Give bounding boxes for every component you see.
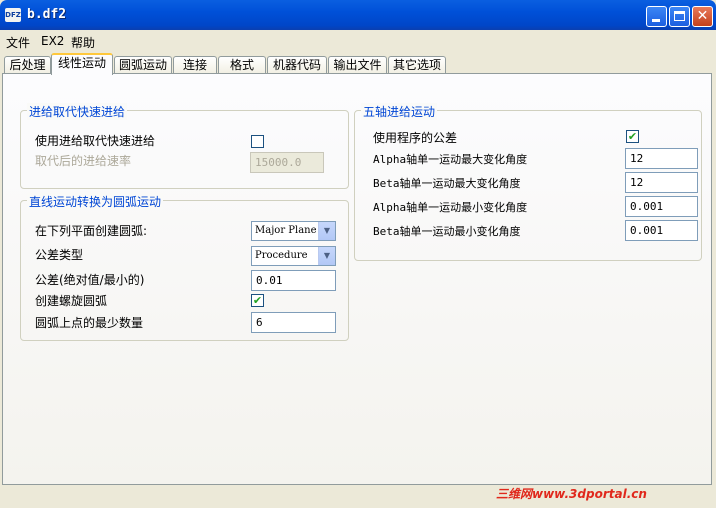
plane-select[interactable]: Major Plane ▼ xyxy=(251,221,336,241)
tolerance-field[interactable]: 0.01 xyxy=(251,270,336,291)
tab-linear-motion[interactable]: 线性运动 xyxy=(51,53,113,75)
arc-group: 直线运动转换为圆弧运动 在下列平面创建圆弧: Major Plane ▼ 公差类… xyxy=(20,193,349,341)
alpha-min-label: Alpha轴单一运动最小变化角度 xyxy=(373,201,528,214)
alpha-max-field[interactable]: 12 xyxy=(625,148,698,169)
tolerance-type-value: Procedure xyxy=(255,250,308,261)
use-feed-label: 使用进给取代快速进给 xyxy=(35,134,156,148)
minimize-button[interactable] xyxy=(646,6,667,27)
tab-output-file[interactable]: 输出文件 xyxy=(328,56,387,74)
tab-connection[interactable]: 连接 xyxy=(173,56,217,74)
tolerance-type-label: 公差类型 xyxy=(35,248,84,262)
alpha-max-label: Alpha轴单一运动最大变化角度 xyxy=(373,153,528,166)
tab-other-options[interactable]: 其它选项 xyxy=(388,56,446,74)
menu-file[interactable]: 文件 xyxy=(6,34,30,51)
tab-arc-motion[interactable]: 圆弧运动 xyxy=(114,56,172,74)
feed-rate-field[interactable]: 15000.0 xyxy=(250,152,324,173)
title-bar: DFZ b.df2 ✕ xyxy=(0,0,716,30)
use-feed-checkbox[interactable] xyxy=(251,135,264,148)
feed-group-title: 进给取代快速进给 xyxy=(27,103,128,120)
helix-label: 创建螺旋圆弧 xyxy=(35,294,108,308)
close-button[interactable]: ✕ xyxy=(692,6,713,27)
use-program-tol-checkbox[interactable]: ✔ xyxy=(626,130,639,143)
use-program-tol-label: 使用程序的公差 xyxy=(373,131,458,145)
menu-bar: 文件 EX2 帮助 xyxy=(0,30,716,52)
tab-format[interactable]: 格式 xyxy=(218,56,266,74)
beta-max-label: Beta轴单一运动最大变化角度 xyxy=(373,177,521,190)
tab-machine-code[interactable]: 机器代码 xyxy=(267,56,327,74)
helix-checkbox[interactable]: ✔ xyxy=(251,294,264,307)
tab-panel: 进给取代快速进给 使用进给取代快速进给 取代后的进给速率 15000.0 直线运… xyxy=(2,73,712,485)
arc-group-title: 直线运动转换为圆弧运动 xyxy=(27,193,164,210)
alpha-min-field[interactable]: 0.001 xyxy=(625,196,698,217)
close-icon: ✕ xyxy=(696,8,709,24)
window-title: b.df2 xyxy=(27,7,67,22)
feed-group: 进给取代快速进给 使用进给取代快速进给 取代后的进给速率 15000.0 xyxy=(20,103,349,189)
watermark: 三维网www.3dportal.cn xyxy=(496,487,647,501)
minimize-icon xyxy=(652,19,660,22)
maximize-icon xyxy=(674,11,685,21)
tab-strip: 后处理 线性运动 圆弧运动 连接 格式 机器代码 输出文件 其它选项 xyxy=(0,52,716,75)
menu-ex2[interactable]: EX2 xyxy=(41,34,64,48)
chevron-down-icon: ▼ xyxy=(318,247,335,265)
beta-max-field[interactable]: 12 xyxy=(625,172,698,193)
maximize-button[interactable] xyxy=(669,6,690,27)
plane-select-value: Major Plane xyxy=(255,225,317,236)
chevron-down-icon: ▼ xyxy=(318,222,335,240)
min-points-label: 圆弧上点的最少数量 xyxy=(35,316,144,330)
menu-help[interactable]: 帮助 xyxy=(71,34,95,51)
five-axis-group-title: 五轴进给运动 xyxy=(361,103,438,120)
app-icon: DFZ xyxy=(5,8,21,22)
beta-min-field[interactable]: 0.001 xyxy=(625,220,698,241)
beta-min-label: Beta轴单一运动最小变化角度 xyxy=(373,225,521,238)
tolerance-type-select[interactable]: Procedure ▼ xyxy=(251,246,336,266)
min-points-field[interactable]: 6 xyxy=(251,312,336,333)
five-axis-group: 五轴进给运动 使用程序的公差 ✔ Alpha轴单一运动最大变化角度 12 Bet… xyxy=(354,103,702,261)
plane-label: 在下列平面创建圆弧: xyxy=(35,224,148,238)
tab-post-processing[interactable]: 后处理 xyxy=(4,56,51,74)
tolerance-label: 公差(绝对值/最小的) xyxy=(35,273,145,287)
feed-rate-label: 取代后的进给速率 xyxy=(35,154,132,168)
